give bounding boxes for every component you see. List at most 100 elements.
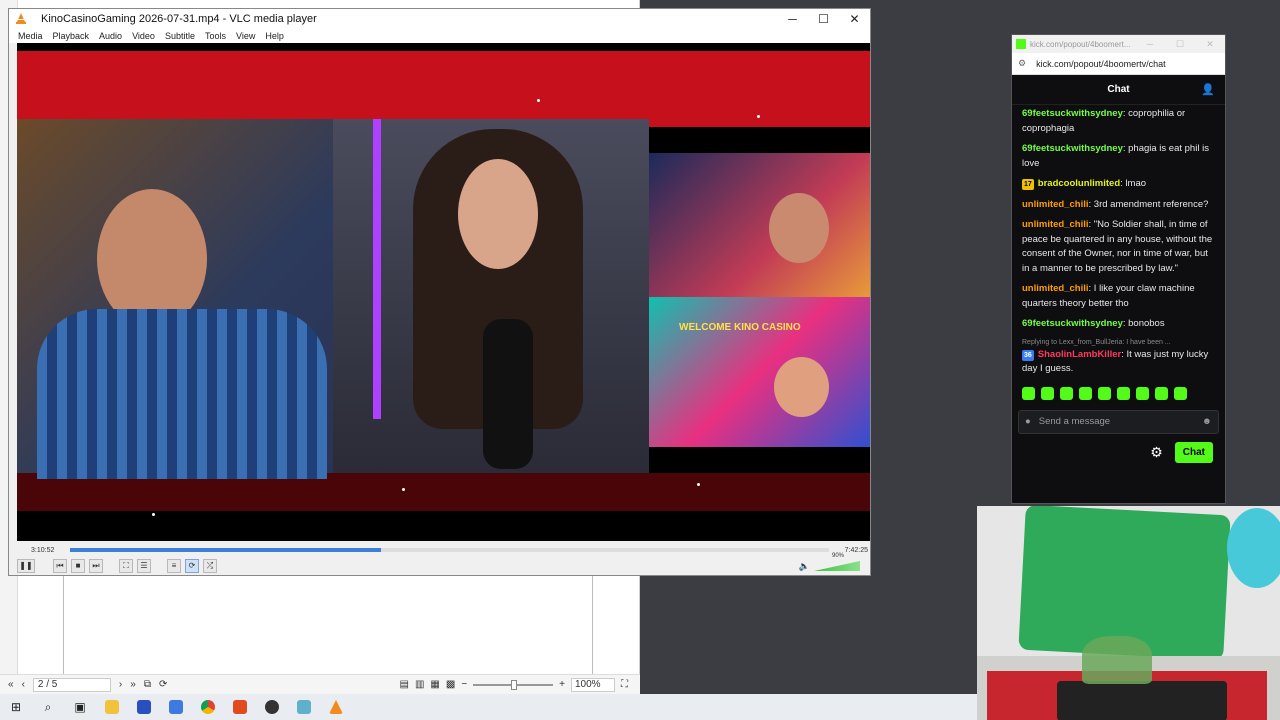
send-chat-button[interactable]: Chat [1174,441,1213,463]
vlc-window: KinoCasinoGaming 2026-07-31.mp4 - VLC me… [8,8,871,576]
loop-button[interactable]: ⟳ [185,559,199,573]
zoom-out-icon[interactable]: − [461,679,467,690]
speaker-icon[interactable]: 🔈 [799,561,810,572]
chat-username[interactable]: bradcoolunlimited [1038,178,1120,189]
vlc-titlebar[interactable]: KinoCasinoGaming 2026-07-31.mp4 - VLC me… [9,9,870,29]
volume-control: 🔈 90% [799,553,870,572]
close-button[interactable]: ✕ [1195,39,1225,50]
copy-icon[interactable]: ⧉ [144,679,151,690]
chrome-icon[interactable] [198,697,218,717]
maximize-button[interactable]: ☐ [1165,39,1195,50]
continuous-page-icon[interactable]: ▥ [415,679,424,690]
volume-slider[interactable] [814,561,860,571]
chat-username[interactable]: unlimited_chili [1022,283,1089,294]
chat-footer: ⚙ Chat [1012,434,1225,463]
chat-window-titlebar[interactable]: kick.com/popout/4boomert... ─ ☐ ✕ [1012,35,1225,53]
previous-button[interactable]: ⏮ [53,559,67,573]
emote-icon[interactable] [1117,386,1130,400]
fullscreen-button[interactable]: ⛶ [119,559,133,573]
menu-view[interactable]: View [233,29,260,43]
zoom-in-icon[interactable]: + [559,679,565,690]
emote-icon[interactable] [1174,386,1187,400]
chat-text: 3rd amendment reference? [1093,198,1209,210]
chat-username[interactable]: 69feetsuckwithsydney [1022,143,1123,154]
zoom-slider-knob[interactable] [511,679,518,690]
chat-username[interactable]: 69feetsuckwithsydney [1022,108,1123,119]
emote-icon[interactable] [1060,386,1073,400]
close-button[interactable]: ✕ [839,12,870,26]
chat-username[interactable]: unlimited_chili [1022,199,1089,210]
fullscreen-icon[interactable]: ⛶ [621,679,628,690]
app-icon[interactable] [262,697,282,717]
gear-icon[interactable]: ⚙ [1150,444,1163,461]
emote-icon[interactable] [1155,386,1168,400]
two-page-icon[interactable]: ▦ [430,679,439,690]
document-page [63,576,593,674]
kick-chat-window: kick.com/popout/4boomert... ─ ☐ ✕ ⚙ kick… [1011,34,1226,504]
viewer-bottom-bar: « ‹ 2 / 5 › » ⧉ ⟳ ▤ ▥ ▦ ▩ − + 100% ⛶ [0,674,640,694]
site-settings-icon[interactable]: ⚙ [1018,58,1026,69]
sparkle [697,483,700,486]
menu-media[interactable]: Media [15,29,48,43]
extended-settings-button[interactable]: ☰ [137,559,151,573]
emote-icon[interactable] [1136,386,1149,400]
shuffle-button[interactable]: ⤮ [203,559,217,573]
task-view-icon[interactable]: ▣ [70,697,90,717]
emote-icon[interactable] [1022,386,1035,400]
app-icon[interactable] [294,697,314,717]
chat-username[interactable]: 69feetsuckwithsydney [1022,318,1123,329]
chat-message: 69feetsuckwithsydney: bonobos [1022,318,1165,329]
chat-username[interactable]: unlimited_chili [1022,219,1089,230]
app-icon[interactable] [166,697,186,717]
plaid-shirt [37,309,327,479]
menu-tools[interactable]: Tools [202,29,231,43]
emote-icon[interactable] [1041,386,1054,400]
stop-button[interactable]: ■ [71,559,85,573]
zoom-slider[interactable] [473,679,554,690]
person-face [769,193,829,263]
page-number-field[interactable]: 2 / 5 [32,677,111,692]
emote-icon[interactable] [1079,386,1092,400]
menu-audio[interactable]: Audio [96,29,127,43]
menu-playback[interactable]: Playback [50,29,95,43]
address-url[interactable]: kick.com/popout/4boomertv/chat [1036,59,1166,69]
chat-username[interactable]: ShaolinLambKiller [1038,349,1121,360]
emote-quick-bar [1012,383,1225,404]
next-page-icon[interactable]: › [119,679,122,690]
video-canvas[interactable]: WELCOME KINO CASINO [17,43,870,541]
next-button[interactable]: ⏭ [89,559,103,573]
rotate-icon[interactable]: ⟳ [159,679,167,690]
last-page-icon[interactable]: » [130,679,136,690]
vlc-cone-icon[interactable] [326,697,346,717]
chat-text: lmao [1125,178,1147,189]
playlist-button[interactable]: ≡ [167,559,181,573]
file-explorer-icon[interactable] [102,697,122,717]
app-icon[interactable] [134,697,154,717]
minimize-button[interactable]: ─ [777,12,808,26]
chat-message: unlimited_chili: "No Soldier shall, in t… [1022,219,1213,274]
app-icon[interactable] [230,697,250,717]
first-page-icon[interactable]: « [8,679,14,690]
windows-start-icon[interactable]: ⊞ [6,697,26,717]
video-red-banner-top [17,51,870,127]
webcam-panel-2 [333,119,649,473]
chat-header-title: Chat [1107,84,1130,95]
menu-video[interactable]: Video [129,29,160,43]
search-icon[interactable]: ⌕ [38,697,58,717]
menu-subtitle[interactable]: Subtitle [162,29,200,43]
address-bar: ⚙ kick.com/popout/4boomertv/chat [1012,53,1225,75]
reply-context[interactable]: Replying to Lexx_from_BullJeria: I have … [1022,338,1215,348]
emote-icon[interactable] [1098,386,1111,400]
grid-view-icon[interactable]: ▩ [446,679,455,690]
emoji-picker-icon[interactable]: ☻ [1202,416,1212,427]
prev-page-icon[interactable]: ‹ [22,679,25,690]
pause-button[interactable]: ❚❚ [17,559,35,573]
zoom-level-field[interactable]: 100% [571,677,615,692]
menu-help[interactable]: Help [262,29,289,43]
users-icon[interactable]: 👤 [1201,83,1215,96]
seek-bar[interactable] [70,548,829,552]
maximize-button[interactable]: ☐ [808,12,839,26]
chat-input[interactable]: ● Send a message ☻ [1018,409,1219,434]
single-page-icon[interactable]: ▤ [400,679,409,690]
minimize-button[interactable]: ─ [1135,39,1165,50]
